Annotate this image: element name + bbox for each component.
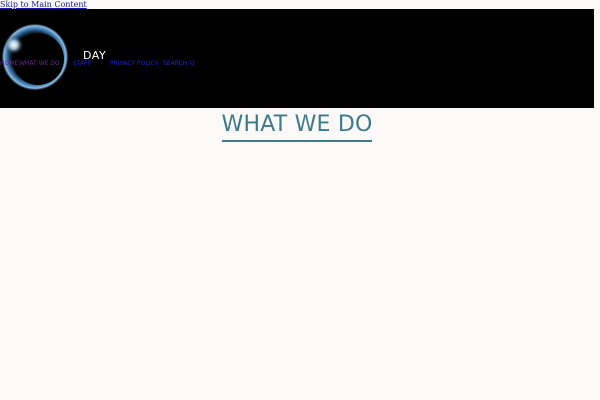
nav-item-search[interactable]: SEARCH — [163, 59, 187, 69]
skip-to-main-content-link[interactable]: Skip to Main Content — [0, 0, 87, 9]
nav-item-what-we-do[interactable]: WHAT WE DO — [19, 59, 60, 69]
page-title: WHAT WE DO — [221, 111, 373, 142]
nav-item-q[interactable]: Q — [190, 59, 195, 69]
nav-item-staff[interactable]: STAFF — [73, 59, 91, 69]
nav-item-home[interactable]: HOME — [0, 59, 18, 69]
site-header: DAY HOME WHAT WE DO STAFF PRIVACY POLICY… — [0, 9, 594, 108]
page-title-container: WHAT WE DO — [0, 111, 594, 142]
nav-item-privacy-policy[interactable]: PRIVACY POLICY — [110, 59, 158, 69]
scrollbar[interactable] — [594, 0, 600, 400]
